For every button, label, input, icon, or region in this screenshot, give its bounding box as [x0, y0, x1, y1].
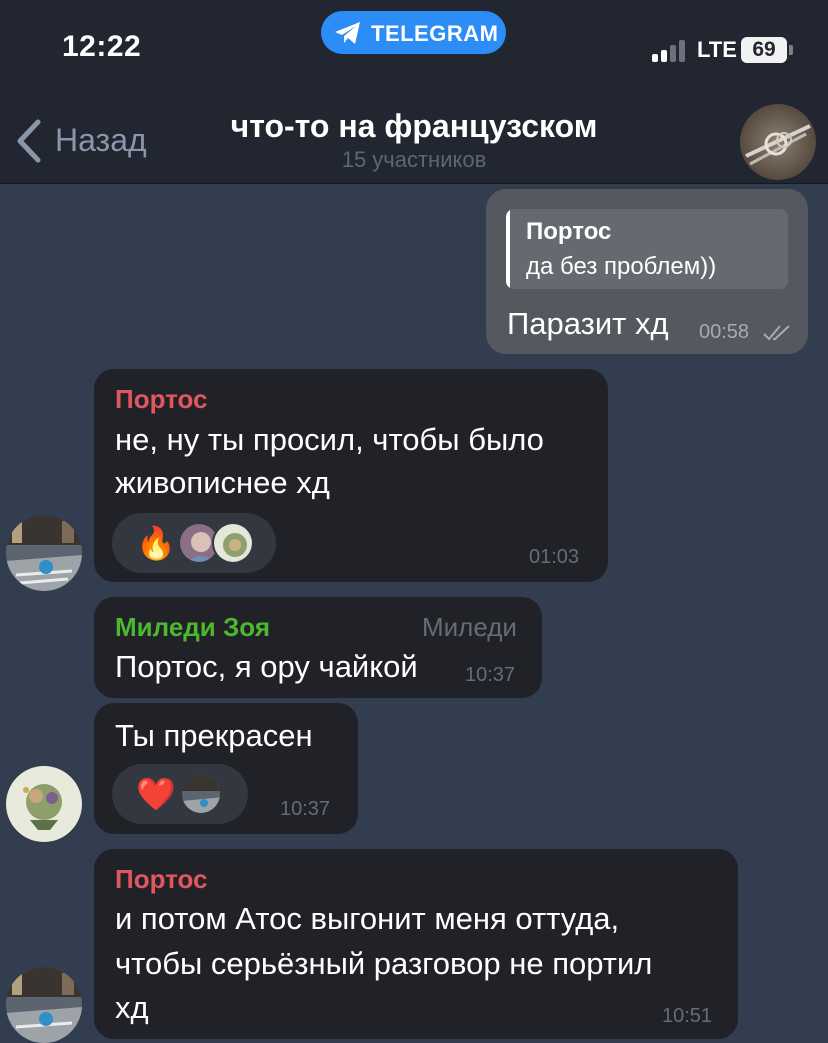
battery-icon: 69: [741, 37, 787, 63]
message-text-line: и потом Атос выгонит меня оттуда,: [115, 901, 620, 936]
message-sender[interactable]: Портос: [115, 864, 208, 895]
double-check-icon: [763, 325, 790, 341]
status-time: 12:22: [62, 30, 142, 63]
heart-reaction-icon: ❤️: [136, 776, 176, 812]
message-time: 10:37: [280, 798, 331, 820]
group-avatar[interactable]: [740, 104, 816, 180]
reactor-avatar: [212, 522, 254, 564]
reply-quote-sender: Портос: [526, 218, 612, 245]
message-sender[interactable]: Портос: [115, 384, 208, 415]
fire-reaction-icon: 🔥: [136, 525, 176, 561]
signal-icon: [652, 38, 692, 62]
chat-member-count: 15 участников: [341, 147, 487, 172]
reply-quote-text: да без проблем)): [526, 253, 717, 280]
chat-title[interactable]: что-то на французском: [0, 108, 828, 145]
network-type: LTE: [697, 37, 737, 62]
message-text: Портос, я ору чайкой: [115, 649, 418, 684]
telegram-plane-icon: [335, 22, 360, 44]
battery-level: 69: [752, 38, 776, 61]
battery-tip: [789, 45, 793, 55]
reply-quote-bar: [506, 209, 510, 289]
message-sender[interactable]: Миледи Зоя: [115, 612, 270, 643]
group-avatar-image: [740, 104, 816, 180]
message-text-line: не, ну ты просил, чтобы было: [115, 422, 544, 457]
telegram-pill[interactable]: TELEGRAM: [321, 11, 506, 54]
message-text: Ты прекрасен: [115, 718, 313, 753]
sender-avatar[interactable]: [6, 515, 82, 591]
message-time: 01:03: [529, 546, 580, 568]
reaction-chip[interactable]: ❤️: [112, 764, 248, 824]
message-text-line: живописнее хд: [115, 465, 330, 500]
message-text-line: хд: [115, 990, 149, 1025]
reaction-chip[interactable]: 🔥: [112, 513, 276, 573]
reply-quote[interactable]: Портос да без проблем)): [506, 209, 788, 289]
chat-header: 12:22 TELEGRAM LTE 69 Назад что-то на фр…: [0, 0, 828, 184]
sender-avatar[interactable]: [6, 967, 82, 1043]
sender-avatar[interactable]: [6, 766, 82, 842]
message-time: 10:37: [465, 664, 516, 686]
telegram-pill-label: TELEGRAM: [371, 21, 499, 46]
reactor-avatar: [180, 773, 222, 815]
message-text: Паразит хд: [507, 306, 669, 341]
message-text-line: чтобы серьёзный разговор не портил: [115, 946, 653, 981]
message-time: 00:58: [699, 321, 750, 343]
message-time: 10:51: [662, 1005, 713, 1027]
admin-title: Миледи: [422, 612, 517, 642]
